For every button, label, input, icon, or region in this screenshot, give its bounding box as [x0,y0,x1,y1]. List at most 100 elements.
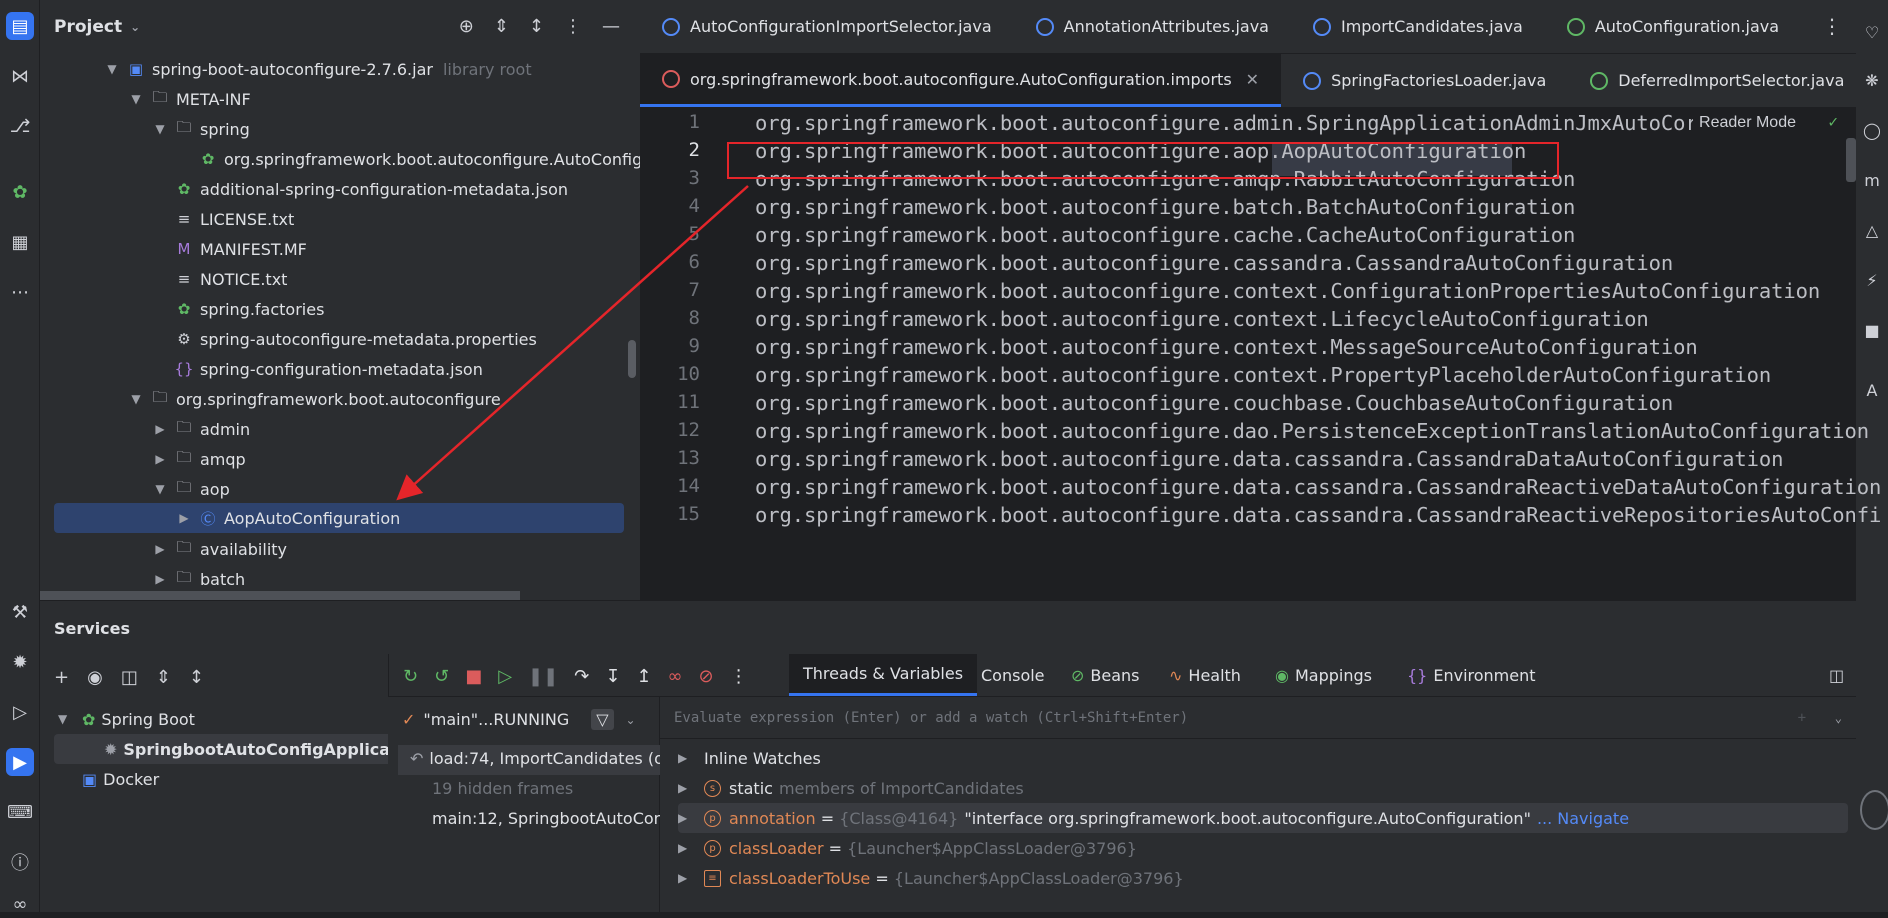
options-icon[interactable]: ⋮ [564,16,582,37]
tab-auto-configuration[interactable]: AutoConfiguration.java [1545,0,1801,53]
database-icon[interactable]: ◯ [1860,118,1884,142]
thread-selector[interactable]: ✓ "main"...RUNNING ▽ ⌄ [402,709,636,730]
code-line[interactable]: org.springframework.boot.autoconfigure.c… [755,391,1673,415]
chevron-right-icon[interactable]: ▶ [678,781,694,795]
inline-watches[interactable]: ▶ Inline Watches [678,743,821,773]
tab-deferred-import-selector[interactable]: DeferredImportSelector.java [1568,54,1866,107]
tree-item-notice[interactable]: ≡ NOTICE.txt [174,264,288,294]
service-app[interactable]: ✹ SpringbootAutoConfigApplication [104,734,426,764]
tree-item-aop[interactable]: ▼ 🗀 aop [152,474,229,504]
editor-scrollbar[interactable] [1846,138,1856,182]
code-area[interactable]: 1 org.springframework.boot.autoconfigure.… [640,108,1881,600]
chevron-right-icon[interactable]: ▶ [678,871,694,885]
chevron-down-icon[interactable]: ▼ [58,712,74,726]
evaluate-expression-input[interactable]: Evaluate expression (Enter) or add a wat… [660,697,1856,739]
tree-item-spring-factories[interactable]: ✿ spring.factories [174,294,325,324]
tab-beans[interactable]: ⊘ Beans [1071,654,1140,696]
step-over-icon[interactable]: ↷ [574,666,589,687]
endpoints-icon[interactable]: ■ [1860,318,1884,342]
var-annotation[interactable]: ▶ p annotation = {Class@4164} "interface or… [678,803,1629,833]
commit-icon[interactable]: ⋈ [6,62,34,90]
tree-item-jar[interactable]: ▼ ▣ spring-boot-autoconfigure-2.7.6.jar lib… [104,54,531,84]
git-branch-icon[interactable]: ⎇ [6,112,34,140]
run-icon[interactable]: ▷ [6,698,34,726]
chevron-right-icon[interactable]: ▶ [678,841,694,855]
chevron-down-icon[interactable]: ⌄ [626,713,636,727]
build-hammer-icon[interactable]: ⚒ [6,598,34,626]
tab-mappings[interactable]: ◉ Mappings [1275,654,1372,696]
vertical-scrollbar[interactable] [628,340,636,378]
locate-icon[interactable]: ⊕ [459,16,474,37]
chevron-right-icon[interactable]: ▶ [176,511,192,525]
navigate-link[interactable]: ... Navigate [1537,809,1629,828]
tree-item-batch[interactable]: ▶ 🗀 batch [152,564,245,594]
tree-item-aop-auto-configuration[interactable]: ▶ Ⓒ AopAutoConfiguration [176,503,400,533]
plugins-icon[interactable]: ▦ [6,228,34,256]
tab-auto-configuration-imports[interactable]: org.springframework.boot.autoconfigure.A… [640,54,1282,107]
layout-icon[interactable]: ◫ [1829,666,1844,685]
eye-icon[interactable]: ◉ [87,667,103,688]
chevron-down-icon[interactable]: ▼ [128,392,144,406]
terminal-icon[interactable]: ⌨ [6,798,34,826]
avatar[interactable] [1860,790,1888,830]
code-line[interactable]: org.springframework.boot.autoconfigure.c… [755,223,1575,247]
chevron-down-icon[interactable]: ▼ [104,62,120,76]
pause-icon[interactable]: ❚❚ [528,666,558,687]
tree-item-amqp[interactable]: ▶ 🗀 amqp [152,444,245,474]
code-line[interactable]: org.springframework.boot.autoconfigure.d… [755,447,1783,471]
code-line[interactable]: org.springframework.boot.autoconfigure.a… [755,111,1698,135]
step-out-icon[interactable]: ↥ [636,666,651,687]
add-watch-icon[interactable]: + [1798,710,1806,726]
code-line[interactable]: org.springframework.boot.autoconfigure.d… [755,419,1869,443]
more-tools-icon[interactable]: ⋯ [6,278,34,306]
chevron-right-icon[interactable]: ▶ [152,572,168,586]
tree-item-meta-inf[interactable]: ▼ 🗀 META-INF [128,84,250,114]
tree-item-manifest[interactable]: M MANIFEST.MF [174,234,307,264]
tree-item-additional-metadata[interactable]: ✿ additional-spring-configuration-metadat… [174,174,568,204]
more-tabs-icon[interactable]: ⋮ [1822,14,1842,38]
stop-icon[interactable]: ■ [465,666,482,687]
tree-item-admin[interactable]: ▶ 🗀 admin [152,414,250,444]
tree-item-license[interactable]: ≡ LICENSE.txt [174,204,295,234]
problems-icon[interactable]: ⓘ [6,848,34,876]
add-icon[interactable]: + [54,667,69,688]
rerun-icon[interactable]: ↻ [403,666,418,687]
project-title[interactable]: Project [54,17,122,37]
tab-spring-factories-loader[interactable]: SpringFactoriesLoader.java [1281,54,1568,107]
code-line[interactable]: org.springframework.boot.autoconfigure.c… [755,307,1649,331]
chevron-down-icon[interactable]: ▼ [128,92,144,106]
chevron-right-icon[interactable]: ▶ [152,542,168,556]
service-docker[interactable]: ▣ Docker [82,764,159,794]
var-static[interactable]: ▶ s static members of ImportCandidates [678,773,1024,803]
code-line[interactable]: org.springframework.boot.autoconfigure.d… [755,503,1881,527]
chevron-right-icon[interactable]: ▶ [678,751,694,765]
tab-annotation-attributes[interactable]: AnnotationAttributes.java [1014,0,1291,53]
expand-icon[interactable]: ⇕ [156,667,171,688]
code-line[interactable]: org.springframework.boot.autoconfigure.c… [755,251,1673,275]
service-spring-boot[interactable]: ▼ ✿ Spring Boot [58,704,195,734]
tab-autoconfiguration-import-selector[interactable]: AutoConfigurationImportSelector.java [640,0,1014,53]
translate-icon[interactable]: A [1860,378,1884,402]
tab-threads-variables[interactable]: Threads & Variables [789,654,978,696]
code-line[interactable]: org.springframework.boot.autoconfigure.d… [755,475,1881,499]
tab-import-candidates[interactable]: ImportCandidates.java [1291,0,1545,53]
filter-icon[interactable]: ▽ [591,709,614,730]
restart-icon[interactable]: ↺ [434,666,449,687]
chevron-right-icon[interactable]: ▶ [678,811,694,825]
frame-main[interactable]: main:12, SpringbootAutoConfig [432,809,684,828]
chevron-down-icon[interactable]: ▼ [152,122,168,136]
jrebel-icon[interactable]: ✿ [6,178,34,206]
services-icon[interactable]: ▶ [6,748,34,776]
code-line[interactable]: org.springframework.boot.autoconfigure.b… [755,195,1575,219]
tab-environment[interactable]: {} Environment [1407,654,1536,696]
tree-item-imports-file[interactable]: ✿ org.springframework.boot.autoconfigure.… [198,144,680,174]
step-into-icon[interactable]: ↧ [605,666,620,687]
collapse-all-icon[interactable]: ↕ [529,16,544,37]
tab-console[interactable]: Console [981,654,1045,696]
chevron-down-icon[interactable]: ⌄ [130,20,140,34]
hidden-frames[interactable]: 19 hidden frames [432,779,573,798]
gradle-icon[interactable]: △ [1860,218,1884,242]
mute-breakpoints-icon[interactable]: ⊘ [699,666,714,687]
code-line[interactable]: org.springframework.boot.autoconfigure.c… [755,335,1698,359]
chevron-right-icon[interactable]: ▶ [152,422,168,436]
